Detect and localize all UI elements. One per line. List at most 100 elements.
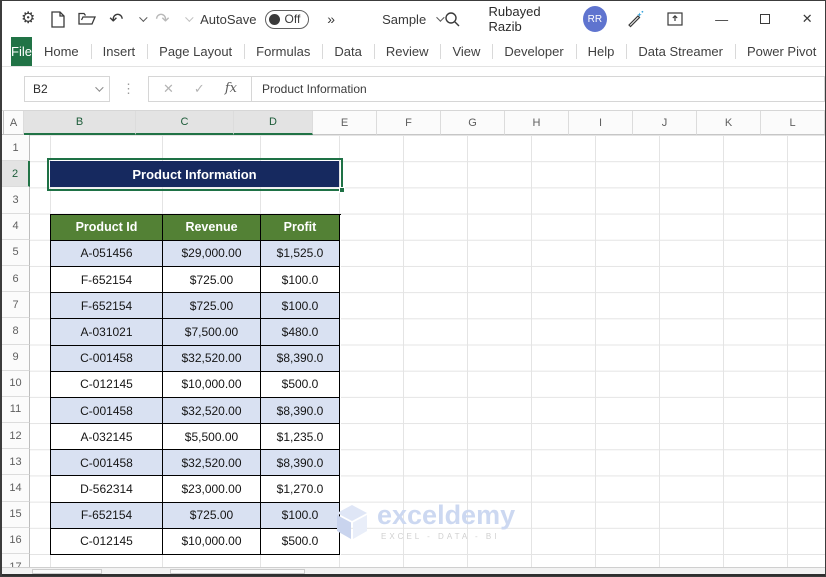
ribbon-display-options-icon[interactable] [664, 8, 684, 30]
formula-bar-handle-icon[interactable]: ⋮ [122, 81, 136, 97]
column-header-B[interactable]: B [24, 111, 136, 135]
row-header-6[interactable]: 6 [2, 265, 30, 293]
name-box[interactable]: B2 [24, 75, 110, 102]
table-cell-product_id[interactable]: F-652154 [51, 266, 163, 294]
table-cell-product_id[interactable]: C-012145 [51, 371, 163, 398]
table-cell-product_id[interactable]: C-001458 [51, 450, 163, 477]
tab-page-layout[interactable]: Page Layout [147, 37, 244, 66]
row-header-1[interactable]: 1 [2, 135, 30, 162]
table-cell-product_id[interactable]: C-001458 [51, 397, 163, 425]
row-header-9[interactable]: 9 [2, 344, 30, 371]
table-cell-profit[interactable]: $1,270.0 [261, 476, 340, 503]
tab-help[interactable]: Help [575, 37, 627, 66]
tab-power-pivot[interactable]: Power Pivot [734, 37, 825, 66]
table-cell-revenue[interactable]: $32,520.00 [163, 450, 261, 477]
table-cell-revenue[interactable]: $23,000.00 [163, 476, 261, 503]
enter-entry-icon[interactable]: ✓ [194, 81, 205, 97]
table-cell-profit[interactable]: $100.0 [261, 502, 340, 529]
close-button[interactable]: ✕ [793, 6, 821, 32]
tab-formulas[interactable]: Formulas [244, 37, 322, 66]
table-cell-revenue[interactable]: $29,000.00 [163, 240, 261, 267]
table-cell-product_id[interactable]: F-652154 [51, 502, 163, 529]
table-cell-profit[interactable]: $500.0 [261, 528, 340, 556]
row-header-14[interactable]: 14 [2, 475, 30, 502]
avatar[interactable]: RR [582, 6, 607, 32]
row-header-11[interactable]: 11 [2, 396, 30, 424]
column-header-A[interactable]: A [4, 111, 24, 135]
tab-view[interactable]: View [440, 37, 492, 66]
table-cell-product_id[interactable]: A-031021 [51, 319, 163, 346]
table-cell-revenue[interactable]: $7,500.00 [163, 319, 261, 346]
insert-function-icon[interactable]: fx [225, 81, 237, 96]
row-header-4[interactable]: 4 [2, 213, 30, 240]
table-cell-revenue[interactable]: $725.00 [163, 502, 261, 529]
row-header-15[interactable]: 15 [2, 501, 30, 528]
settings-gear-icon[interactable]: ⚙ [18, 8, 38, 30]
column-header-F[interactable]: F [377, 111, 441, 135]
row-header-7[interactable]: 7 [2, 292, 30, 319]
undo-dropdown-caret-icon[interactable] [138, 13, 147, 22]
column-header-H[interactable]: H [505, 111, 569, 135]
column-header-L[interactable]: L [761, 111, 825, 135]
more-commands-button[interactable]: » [327, 11, 335, 27]
row-header-16[interactable]: 16 [2, 527, 30, 554]
table-header-cell[interactable]: Profit [261, 214, 340, 241]
tab-developer[interactable]: Developer [492, 37, 575, 66]
undo-button[interactable]: ↶ [106, 8, 126, 30]
table-cell-profit[interactable]: $100.0 [261, 293, 340, 320]
table-cell-revenue[interactable]: $32,520.00 [163, 397, 261, 425]
document-name[interactable]: Sample [382, 12, 445, 27]
table-cell-profit[interactable]: $8,390.0 [261, 345, 340, 372]
table-cell-revenue[interactable]: $725.00 [163, 266, 261, 294]
tab-home[interactable]: Home [32, 37, 91, 66]
tab-file[interactable]: File [11, 37, 32, 66]
table-cell-revenue[interactable]: $32,520.00 [163, 345, 261, 372]
table-cell-revenue[interactable]: $5,500.00 [163, 424, 261, 451]
select-all-corner[interactable] [2, 111, 4, 135]
cancel-entry-icon[interactable]: ✕ [163, 81, 174, 97]
tab-data[interactable]: Data [322, 37, 373, 66]
row-header-10[interactable]: 10 [2, 370, 30, 397]
table-cell-profit[interactable]: $100.0 [261, 266, 340, 294]
column-header-K[interactable]: K [697, 111, 761, 135]
search-icon[interactable] [442, 8, 462, 30]
column-header-D[interactable]: D [234, 111, 313, 135]
minimize-button[interactable]: — [708, 6, 736, 32]
table-cell-product_id[interactable]: D-562314 [51, 476, 163, 503]
table-cell-profit[interactable]: $500.0 [261, 371, 340, 398]
open-folder-icon[interactable] [77, 8, 97, 30]
row-header-13[interactable]: 13 [2, 449, 30, 476]
table-cell-revenue[interactable]: $10,000.00 [163, 371, 261, 398]
row-header-3[interactable]: 3 [2, 187, 30, 214]
table-cell-product_id[interactable]: A-032145 [51, 424, 163, 451]
table-cell-profit[interactable]: $8,390.0 [261, 450, 340, 477]
tab-review[interactable]: Review [373, 37, 441, 66]
table-cell-profit[interactable]: $8,390.0 [261, 397, 340, 425]
column-header-G[interactable]: G [441, 111, 505, 135]
table-cell-profit[interactable]: $1,235.0 [261, 424, 340, 451]
table-cell-profit[interactable]: $1,525.0 [261, 240, 340, 267]
title-cell-b2[interactable]: Product Information [50, 161, 339, 188]
autosave-toggle[interactable]: Off [264, 9, 310, 29]
table-cell-product_id[interactable]: A-051456 [51, 240, 163, 267]
formula-input[interactable]: Product Information [251, 75, 825, 102]
row-header-2[interactable]: 2 [2, 161, 30, 188]
table-cell-product_id[interactable]: C-001458 [51, 345, 163, 372]
table-cell-revenue[interactable]: $10,000.00 [163, 528, 261, 556]
tab-insert[interactable]: Insert [90, 37, 148, 66]
row-header-5[interactable]: 5 [2, 239, 30, 266]
row-header-12[interactable]: 12 [2, 423, 30, 450]
tab-data-streamer[interactable]: Data Streamer [626, 37, 735, 66]
row-header-8[interactable]: 8 [2, 318, 30, 345]
table-cell-profit[interactable]: $480.0 [261, 319, 340, 346]
maximize-button[interactable] [751, 6, 779, 32]
table-cell-revenue[interactable]: $725.00 [163, 293, 261, 320]
column-header-I[interactable]: I [569, 111, 633, 135]
column-header-C[interactable]: C [136, 111, 234, 135]
account-user-name[interactable]: Rubayed Razib [489, 4, 571, 34]
column-header-J[interactable]: J [633, 111, 697, 135]
new-file-icon[interactable] [47, 8, 67, 30]
table-cell-product_id[interactable]: C-012145 [51, 528, 163, 556]
table-header-cell[interactable]: Revenue [163, 214, 261, 241]
table-cell-product_id[interactable]: F-652154 [51, 293, 163, 320]
